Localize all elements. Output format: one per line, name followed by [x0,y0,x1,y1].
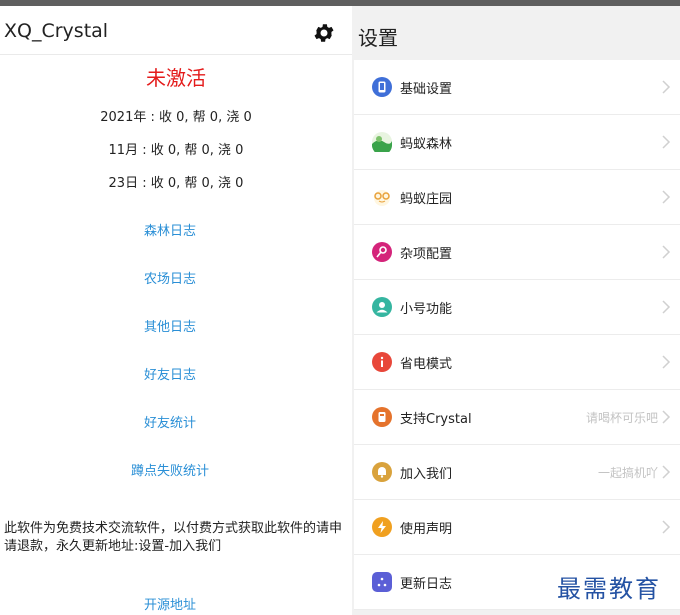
watermark: 最需教育 [557,575,661,603]
bolt-icon [372,517,392,537]
settings-list: 基础设置 蚂蚁森林 蚂蚁庄园 杂项配置 小号功能 省电模式 支持Crystal … [354,60,680,610]
activation-status: 未激活 [146,66,206,90]
chevron-right-icon [662,245,671,259]
settings-item-basic[interactable]: 基础设置 [354,60,680,115]
cup-icon [372,407,392,427]
chevron-right-icon [662,80,671,94]
chevron-right-icon [662,465,671,479]
chevron-right-icon [662,135,671,149]
friend-log-link[interactable]: 好友日志 [0,364,340,383]
gear-icon[interactable] [312,21,336,45]
farm-icon [372,187,392,207]
settings-pane: 设置 基础设置 蚂蚁森林 蚂蚁庄园 杂项配置 小号功能 省电模式 支持Cryst… [352,6,680,615]
settings-title: 设置 [358,26,398,50]
chevron-right-icon [662,355,671,369]
support-hint: 请喝杯可乐吧 [585,411,658,425]
open-source-link[interactable]: 开源地址 [0,594,340,613]
dots-icon [372,572,392,592]
settings-item-support[interactable]: 支持Crystal 请喝杯可乐吧 [354,390,680,445]
settings-item-farm[interactable]: 蚂蚁庄园 [354,170,680,225]
main-pane: XQ_Crystal 未激活 2021年 : 收 0, 帮 0, 浇 0 11月… [0,6,352,615]
chevron-right-icon [662,410,671,424]
app-title: XQ_Crystal [4,20,109,42]
chevron-right-icon [662,520,671,534]
settings-item-label: 基础设置 [400,82,453,97]
stat-month: 11月 : 收 0, 帮 0, 浇 0 [108,143,244,158]
user-icon [372,297,392,317]
settings-item-alt-account[interactable]: 小号功能 [354,280,680,335]
stat-day: 23日 : 收 0, 帮 0, 浇 0 [108,176,244,191]
settings-header: 设置 [352,6,680,58]
forest-log-link[interactable]: 森林日志 [0,220,340,239]
stat-year: 2021年 : 收 0, 帮 0, 浇 0 [100,110,252,125]
settings-item-misc[interactable]: 杂项配置 [354,225,680,280]
key-icon [372,242,392,262]
forest-icon [372,132,392,152]
disclaimer-text: 此软件为免费技术交流软件，以付费方式获取此软件的请申请退款，永久更新地址:设置-… [4,521,343,554]
bell-icon [372,462,392,482]
phone-icon [372,77,392,97]
settings-item-join-us[interactable]: 加入我们 一起搞机吖 [354,445,680,500]
settings-item-forest[interactable]: 蚂蚁森林 [354,115,680,170]
chevron-right-icon [662,300,671,314]
settings-item-power-saving[interactable]: 省电模式 [354,335,680,390]
squat-fail-stats-link[interactable]: 蹲点失败统计 [0,460,340,479]
chevron-right-icon [662,190,671,204]
other-log-link[interactable]: 其他日志 [0,316,340,335]
join-hint: 一起搞机吖 [597,466,658,480]
settings-item-disclaimer[interactable]: 使用声明 [354,500,680,555]
friend-stats-link[interactable]: 好友统计 [0,412,340,431]
app-header: XQ_Crystal [0,6,352,55]
info-icon [372,352,392,372]
farm-log-link[interactable]: 农场日志 [0,268,340,287]
